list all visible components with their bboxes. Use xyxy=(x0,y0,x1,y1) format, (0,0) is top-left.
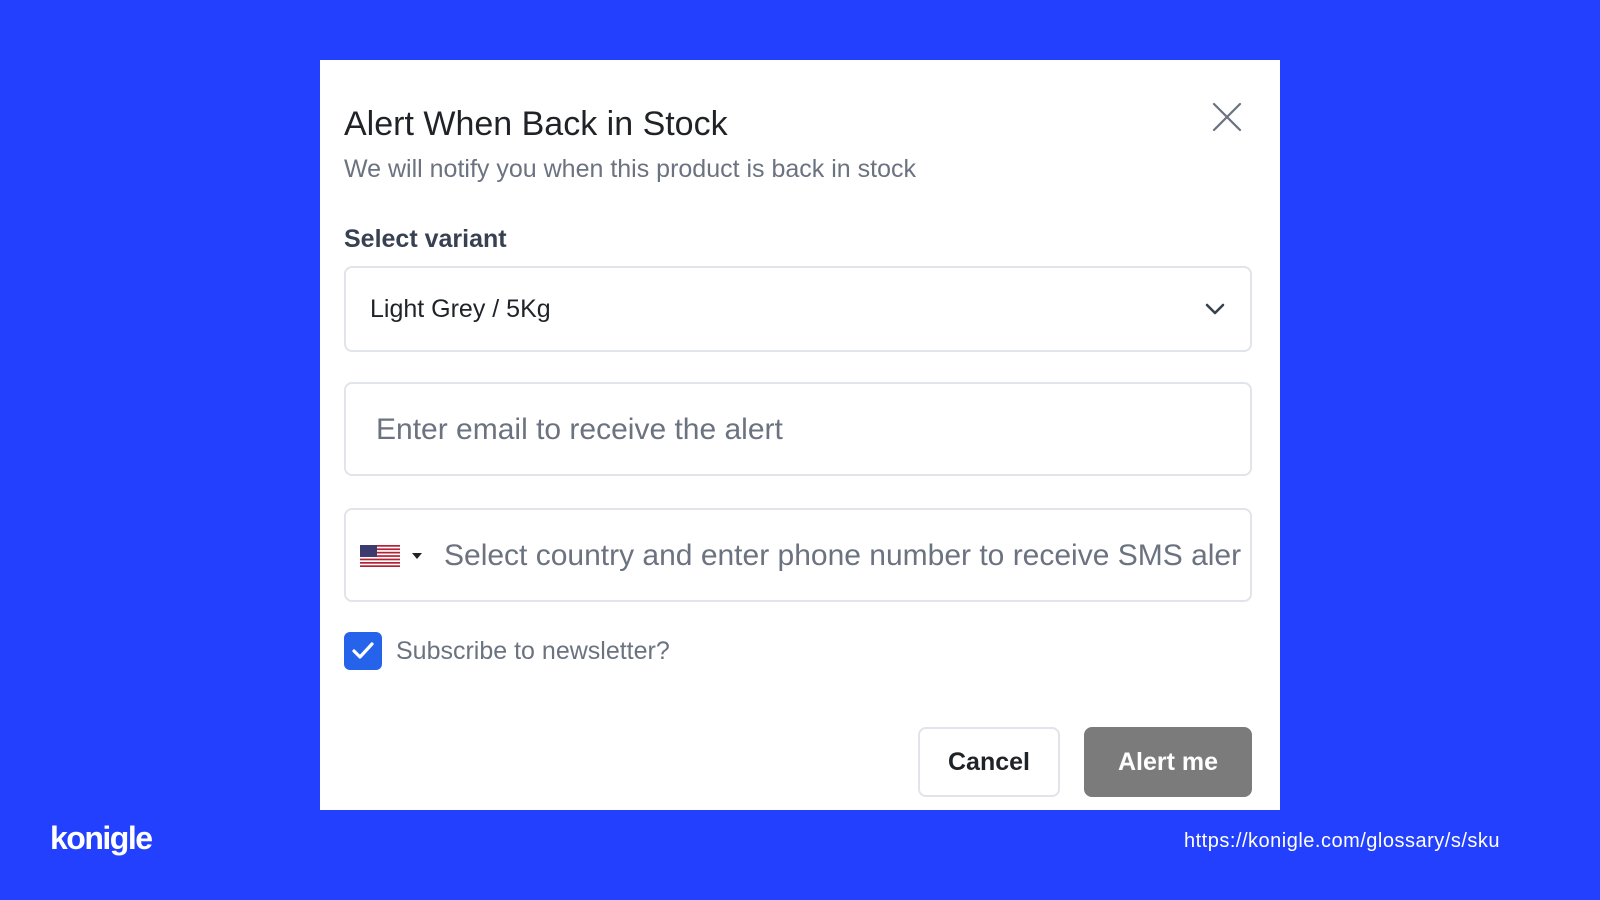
us-flag-icon[interactable] xyxy=(360,545,400,567)
close-icon xyxy=(1212,102,1242,132)
newsletter-checkbox[interactable] xyxy=(344,632,382,670)
cancel-button[interactable]: Cancel xyxy=(918,727,1060,797)
alert-me-button[interactable]: Alert me xyxy=(1084,727,1252,797)
close-button[interactable] xyxy=(1210,100,1244,134)
phone-placeholder: Select country and enter phone number to… xyxy=(444,539,1242,572)
email-placeholder: Enter email to receive the alert xyxy=(376,413,783,446)
checkmark-icon xyxy=(352,642,374,659)
newsletter-label[interactable]: Subscribe to newsletter? xyxy=(396,634,670,668)
chevron-down-icon xyxy=(1205,303,1225,315)
alert-modal: Alert When Back in Stock We will notify … xyxy=(320,60,1280,810)
variant-select[interactable]: Light Grey / 5Kg xyxy=(344,266,1252,352)
phone-field[interactable]: Select country and enter phone number to… xyxy=(344,508,1252,602)
konigle-logo: konigle xyxy=(50,820,153,856)
modal-subtitle: We will notify you when this product is … xyxy=(344,155,917,183)
email-field[interactable]: Enter email to receive the alert xyxy=(344,382,1252,476)
variant-selected-value: Light Grey / 5Kg xyxy=(370,295,551,323)
modal-title: Alert When Back in Stock xyxy=(344,105,728,143)
source-url: https://konigle.com/glossary/s/sku xyxy=(1183,830,1500,852)
variant-label: Select variant xyxy=(344,225,507,253)
country-dropdown-caret-icon[interactable] xyxy=(412,553,422,559)
